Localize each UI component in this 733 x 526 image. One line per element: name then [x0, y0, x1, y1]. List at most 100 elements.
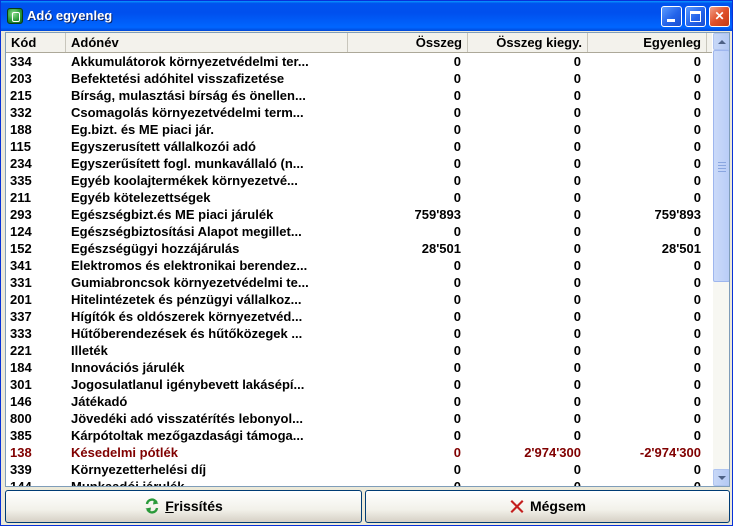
cell-name: Befektetési adóhitel visszafizetése	[71, 71, 285, 86]
cell-amount-adj: 0	[573, 88, 581, 103]
table-row[interactable]: 201 Hitelintézetek és pénzügyi vállalkoz.…	[6, 291, 712, 308]
arrow-up-icon	[718, 40, 726, 44]
cell-amount: 0	[453, 309, 461, 324]
cancel-button[interactable]: Mégsem	[365, 490, 730, 523]
cell-code: 334	[10, 54, 32, 69]
cell-name: Egyéb koolajtermékek környezetvé...	[71, 173, 298, 188]
cell-balance: 0	[693, 190, 701, 205]
cell-amount: 0	[453, 292, 461, 307]
cell-amount-adj: 0	[573, 105, 581, 120]
title-bar[interactable]: Adó egyenleg ✕	[1, 1, 732, 31]
table-row[interactable]: 331 Gumiabroncsok környezetvédelmi te... 0…	[6, 274, 712, 291]
cell-code: 341	[10, 258, 32, 273]
cell-balance: 0	[693, 343, 701, 358]
minimize-button[interactable]	[661, 6, 682, 27]
cell-amount-adj: 0	[573, 377, 581, 392]
scrollbar-thumb[interactable]	[713, 50, 729, 282]
close-button[interactable]: ✕	[709, 6, 730, 27]
table-row[interactable]: 211 Egyéb kötelezettségek 0 0 0	[6, 189, 712, 206]
cell-amount: 0	[453, 105, 461, 120]
cell-balance: 0	[693, 88, 701, 103]
cell-name: Egyszerűsített fogl. munkavállaló (n...	[71, 156, 304, 171]
cell-code: 144	[10, 478, 32, 486]
refresh-button[interactable]: Frissítés	[5, 490, 362, 523]
arrow-down-icon	[718, 476, 726, 480]
cell-amount: 759'893	[414, 207, 461, 222]
table-row[interactable]: 146 Játékadó 0 0 0	[6, 393, 712, 410]
cell-amount: 0	[453, 139, 461, 154]
table-row[interactable]: 138 Késedelmi pótlék 0 2'974'300 -2'974'300	[6, 444, 712, 461]
cell-amount-adj: 0	[573, 428, 581, 443]
cell-amount-adj: 0	[573, 394, 581, 409]
column-header-amount-adj[interactable]: Összeg kiegy.	[468, 33, 588, 52]
maximize-button[interactable]	[685, 6, 706, 27]
table-row[interactable]: 188 Eg.bizt. és ME piaci jár. 0 0 0	[6, 121, 712, 138]
column-header-amount[interactable]: Összeg	[348, 33, 468, 52]
table-row[interactable]: 333 Hűtőberendezések és hűtőközegek ... 0 0…	[6, 325, 712, 342]
table-row[interactable]: 203 Befektetési adóhitel visszafizetése 0 0…	[6, 70, 712, 87]
cell-code: 331	[10, 275, 32, 290]
column-header-name[interactable]: Adónév	[66, 33, 348, 52]
cell-name: Játékadó	[71, 394, 128, 409]
table-row[interactable]: 339 Környezetterhelési díj 0 0 0	[6, 461, 712, 478]
cell-name: Környezetterhelési díj	[71, 462, 207, 477]
cell-amount: 28'501	[421, 241, 461, 256]
table-row[interactable]: 301 Jogosulatlanul igénybevett lakásépí..…	[6, 376, 712, 393]
table-row[interactable]: 215 Bírság, mulasztási bírság és önellen.…	[6, 87, 712, 104]
cell-balance: 0	[693, 173, 701, 188]
cell-name: Egyszerusített vállalkozói adó	[71, 139, 256, 154]
cell-name: Egyéb kötelezettségek	[71, 190, 211, 205]
cell-amount: 0	[453, 258, 461, 273]
refresh-label-rest: rissítés	[173, 498, 223, 514]
cell-balance: 0	[693, 105, 701, 120]
column-header-code[interactable]: Kód	[6, 33, 66, 52]
cell-name: Jövedéki adó visszatérítés lebonyol...	[71, 411, 303, 426]
cell-amount: 0	[453, 156, 461, 171]
table-row[interactable]: 221 Illeték 0 0 0	[6, 342, 712, 359]
table-row[interactable]: 144Munkaadói járulék000	[6, 478, 712, 486]
table-row[interactable]: 152 Egészségügyi hozzájárulás 28'501 0 28'50…	[6, 240, 712, 257]
cell-amount-adj: 0	[573, 275, 581, 290]
cell-name: Késedelmi pótlék	[71, 445, 178, 460]
cell-code: 146	[10, 394, 32, 409]
table-row[interactable]: 385 Kárpótoltak mezőgazdasági támoga... 0 0…	[6, 427, 712, 444]
scroll-down-button[interactable]	[713, 469, 729, 486]
cell-code: 184	[10, 360, 32, 375]
cell-balance: 0	[693, 428, 701, 443]
table-row[interactable]: 124 Egészségbiztosítási Alapot megillet..…	[6, 223, 712, 240]
scroll-up-button[interactable]	[713, 33, 729, 50]
table-row[interactable]: 337 Hígítók és oldószerek környezetvéd...…	[6, 308, 712, 325]
tax-balance-grid[interactable]: Kód Adónév Összeg Összeg kiegy. Egyenleg…	[5, 32, 730, 487]
table-row[interactable]: 334 Akkumulátorok környezetvédelmi ter...…	[6, 53, 712, 70]
cell-name: Innovációs járulék	[71, 360, 185, 375]
cell-name: Kárpótoltak mezőgazdasági támoga...	[71, 428, 304, 443]
cell-code: 221	[10, 343, 32, 358]
cell-code: 293	[10, 207, 32, 222]
cell-name: Jogosulatlanul igénybevett lakásépí...	[71, 377, 305, 392]
column-header-balance[interactable]: Egyenleg	[588, 33, 707, 52]
table-row[interactable]: 341 Elektromos és elektronikai berendez..…	[6, 257, 712, 274]
cancel-label: Mégsem	[529, 498, 587, 514]
vertical-scrollbar[interactable]	[713, 33, 729, 486]
cell-amount: 0	[453, 88, 461, 103]
table-row[interactable]: 115 Egyszerusített vállalkozói adó 0 0 0	[6, 138, 712, 155]
cell-balance: 0	[693, 462, 701, 477]
cell-code: 333	[10, 326, 32, 341]
cell-balance: 0	[693, 377, 701, 392]
cell-code: 385	[10, 428, 32, 443]
table-row[interactable]: 184 Innovációs járulék 0 0 0	[6, 359, 712, 376]
cell-balance: 0	[693, 224, 701, 239]
table-row[interactable]: 800 Jövedéki adó visszatérítés lebonyol..…	[6, 410, 712, 427]
table-row[interactable]: 293 Egészségbizt.és ME piaci járulék 759'8…	[6, 206, 712, 223]
cell-balance: 0	[693, 258, 701, 273]
table-row[interactable]: 335 Egyéb koolajtermékek környezetvé... 0 0…	[6, 172, 712, 189]
cell-code: 152	[10, 241, 32, 256]
cell-name: Egészségbizt.és ME piaci járulék	[71, 207, 274, 222]
cell-balance: 0	[588, 478, 701, 486]
cell-amount-adj: 0	[573, 156, 581, 171]
table-row[interactable]: 234 Egyszerűsített fogl. munkavállaló (n.…	[6, 155, 712, 172]
table-row[interactable]: 332 Csomagolás környezetvédelmi term... 0 0…	[6, 104, 712, 121]
cell-code: 115	[10, 139, 31, 154]
cell-code: 211	[10, 190, 31, 205]
cell-code: 332	[10, 105, 32, 120]
